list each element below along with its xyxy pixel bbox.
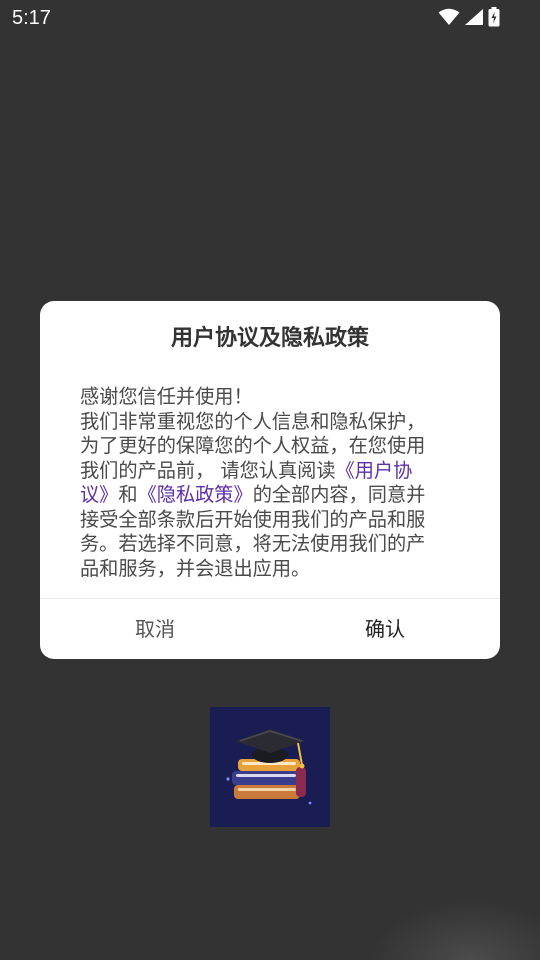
user-agreement-link[interactable]: 议》 bbox=[80, 483, 118, 506]
body-text: 和 bbox=[118, 483, 138, 506]
body-text: 的全部内容，同意并 bbox=[252, 483, 426, 506]
status-icons bbox=[438, 6, 500, 28]
user-agreement-link[interactable]: 《用户协 bbox=[336, 459, 413, 482]
privacy-policy-link[interactable]: 《隐私政策》 bbox=[138, 483, 253, 506]
body-line: 我们非常重视您的个人信息和隐私保护， bbox=[80, 409, 426, 433]
graduation-cap-books-icon bbox=[226, 729, 312, 805]
status-time: 5:17 bbox=[12, 7, 51, 29]
body-line: 感谢您信任并使用！ bbox=[80, 385, 253, 408]
corner-glow bbox=[370, 900, 540, 960]
confirm-button[interactable]: 确认 bbox=[270, 599, 500, 659]
privacy-dialog: 用户协议及隐私政策 感谢您信任并使用！ 我们非常重视您的个人信息和隐私保护， 为… bbox=[40, 301, 500, 659]
dialog-body: 感谢您信任并使用！ 我们非常重视您的个人信息和隐私保护， 为了更好的保障您的个人… bbox=[80, 385, 464, 581]
wifi-icon bbox=[438, 8, 460, 25]
body-line: 我们的产品前， 请您认真阅读《用户协 bbox=[80, 459, 464, 484]
cancel-button[interactable]: 取消 bbox=[40, 599, 270, 659]
app-logo bbox=[210, 707, 330, 827]
battery-charging-icon bbox=[488, 7, 500, 27]
body-line: 接受全部条款后开始使用我们的产品和服 bbox=[80, 507, 426, 531]
body-text: 我们的产品前， 请您认真阅读 bbox=[80, 458, 336, 482]
body-line: 品和服务，并会退出应用。 bbox=[80, 556, 311, 580]
body-line: 为了更好的保障您的个人权益，在您使用 bbox=[80, 434, 426, 457]
dialog-title: 用户协议及隐私政策 bbox=[170, 326, 369, 351]
status-bar: 5:17 bbox=[0, 0, 540, 36]
cellular-signal-icon bbox=[465, 9, 483, 25]
body-line: 务。若选择不同意，将无法使用我们的产 bbox=[80, 532, 426, 555]
body-line: 议》和《隐私政策》的全部内容，同意并 bbox=[80, 483, 464, 508]
